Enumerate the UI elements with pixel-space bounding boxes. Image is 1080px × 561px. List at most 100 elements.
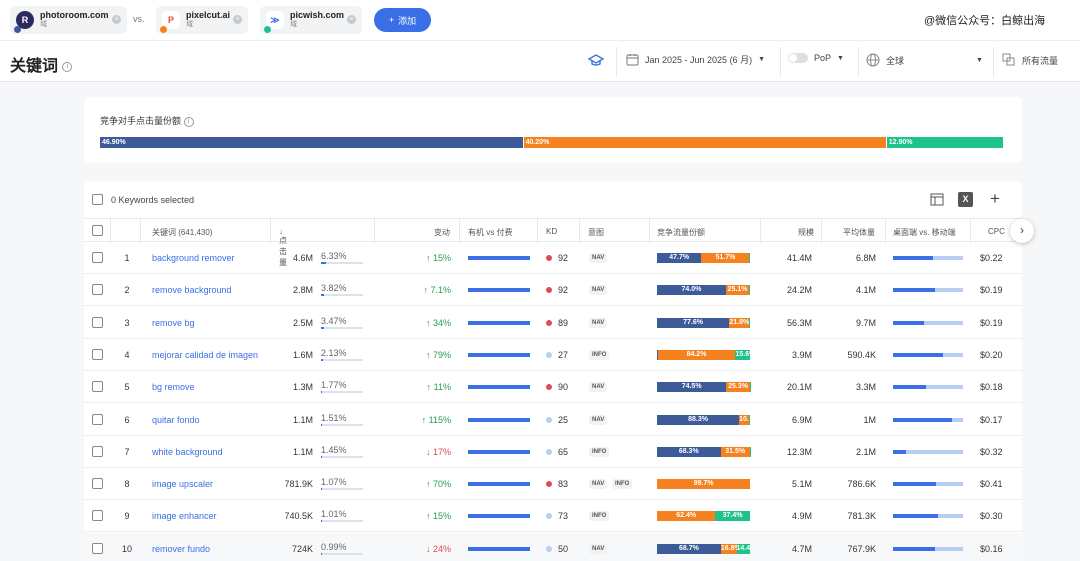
competitor-chip-3[interactable]: ≫ picwish.com 域 × bbox=[260, 6, 362, 34]
col-organic-paid[interactable]: 有机 vs 付费 bbox=[468, 227, 512, 238]
clicks-value: 1.1M bbox=[292, 446, 313, 457]
comp-share-bar: 88.3%10.8% bbox=[657, 414, 750, 425]
keywords-table: 0 Keywords selected X + 关键词 (641,430) 点击… bbox=[84, 181, 1022, 561]
comp-share-segment: 15.6% bbox=[735, 349, 750, 360]
competitor-type: 域 bbox=[290, 21, 297, 28]
table-row[interactable]: 10 remover fundo 724K 0.99% ↓ 24% 50 NAV… bbox=[84, 532, 1022, 561]
avg-volume-value: 781.3K bbox=[847, 511, 876, 522]
info-icon[interactable]: i bbox=[62, 61, 73, 72]
comp-share-segment bbox=[749, 253, 750, 263]
col-intent[interactable]: 意图 bbox=[588, 227, 604, 238]
remove-competitor-icon[interactable]: × bbox=[347, 15, 356, 24]
remove-competitor-icon[interactable]: × bbox=[233, 15, 242, 24]
graduation-cap-icon[interactable] bbox=[588, 54, 604, 68]
row-number: 5 bbox=[124, 382, 130, 393]
table-row[interactable]: 4 mejorar calidad de imagen 1.6M 2.13% ↑… bbox=[84, 339, 1022, 371]
row-checkbox[interactable] bbox=[92, 510, 103, 522]
cpc-value: $0.19 bbox=[980, 285, 1003, 296]
comp-share-segment: 68.7% bbox=[657, 543, 721, 554]
organic-paid-bar bbox=[468, 288, 530, 293]
comp-share-segment: 47.7% bbox=[657, 253, 702, 263]
keyword-link[interactable]: quitar fondo bbox=[152, 415, 264, 425]
columns-icon[interactable] bbox=[930, 193, 944, 206]
table-row[interactable]: 8 image upscaler 781.9K 1.07% ↑ 70% 83 N… bbox=[84, 468, 1022, 501]
kd-dot bbox=[546, 545, 552, 552]
row-number: 8 bbox=[124, 479, 130, 490]
table-row[interactable]: 6 quitar fondo 1.1M 1.51% ↑ 115% 25 NAV … bbox=[84, 404, 1022, 436]
kd-value: 73 bbox=[558, 511, 569, 522]
region-selector[interactable]: 全球 ▼ bbox=[866, 53, 986, 67]
excel-export-icon[interactable]: X bbox=[958, 192, 973, 207]
kd-dot bbox=[546, 351, 552, 358]
table-header: 关键词 (641,430) 点击量 ↓ 变动 有机 vs 付费 KD 意图 竞争… bbox=[84, 218, 1022, 267]
table-row[interactable]: 1 background remover 4.6M 6.33% ↑ 15% 92… bbox=[84, 242, 1022, 274]
kd-value: 92 bbox=[558, 253, 569, 263]
row-checkbox[interactable] bbox=[92, 316, 103, 328]
comp-share-segment: 14.4% bbox=[736, 543, 750, 554]
clicks-percent: 0.99% bbox=[321, 541, 347, 552]
clicks-percent-bar bbox=[321, 520, 363, 523]
table-row[interactable]: 2 remove background 2.8M 3.82% ↑ 7.1% 92… bbox=[84, 274, 1022, 307]
select-all-checkbox[interactable] bbox=[92, 194, 103, 205]
row-checkbox[interactable] bbox=[92, 348, 103, 360]
keyword-link[interactable]: image upscaler bbox=[152, 479, 264, 489]
row-number: 1 bbox=[124, 253, 130, 263]
col-volume[interactable]: 规模 bbox=[798, 227, 814, 238]
kd-value: 92 bbox=[558, 285, 569, 296]
header-checkbox[interactable] bbox=[92, 225, 103, 236]
keyword-link[interactable]: bg remove bbox=[152, 382, 264, 392]
add-column-icon[interactable]: + bbox=[990, 189, 1000, 209]
row-checkbox[interactable] bbox=[92, 381, 103, 393]
keyword-link[interactable]: remove background bbox=[152, 285, 264, 295]
comp-share-bar: 47.7% 51.7% bbox=[657, 253, 750, 263]
table-row[interactable]: 3 remove bg 2.5M 3.47% ↑ 34% 89 NAV 77.6… bbox=[84, 307, 1022, 339]
table-row[interactable]: 5 bg remove 1.3M 1.77% ↑ 11% 90 NAV 74.5… bbox=[84, 371, 1022, 404]
keyword-link[interactable]: mejorar calidad de imagen bbox=[152, 350, 264, 360]
keyword-link[interactable]: background remover bbox=[152, 253, 264, 263]
col-kd[interactable]: KD bbox=[546, 227, 557, 236]
info-icon[interactable]: i bbox=[183, 116, 194, 127]
col-clicks[interactable]: 点击量 ↓ bbox=[279, 227, 287, 267]
toggle-switch[interactable] bbox=[788, 53, 808, 63]
volume-value: 5.1M bbox=[791, 479, 812, 490]
remove-competitor-icon[interactable]: × bbox=[112, 15, 121, 24]
col-avg-volume[interactable]: 平均体量 bbox=[843, 227, 875, 238]
keyword-link[interactable]: remove bg bbox=[152, 318, 264, 328]
row-checkbox[interactable] bbox=[92, 252, 103, 263]
competitor-name: photoroom.com bbox=[40, 10, 109, 20]
col-change[interactable]: 变动 bbox=[434, 227, 450, 238]
organic-paid-bar bbox=[468, 417, 530, 422]
scroll-right-button[interactable]: › bbox=[1010, 219, 1034, 243]
row-checkbox[interactable] bbox=[92, 478, 103, 490]
comp-share-bar: 99.7% bbox=[657, 479, 750, 490]
date-range-selector[interactable]: Jan 2025 - Jun 2025 (6 月) ▼ bbox=[626, 53, 765, 66]
avg-volume-value: 590.4K bbox=[847, 349, 876, 360]
keyword-link[interactable]: remover fundo bbox=[152, 544, 264, 554]
competitor-chip-1[interactable]: R photoroom.com 域 × bbox=[10, 6, 127, 34]
competitor-chip-2[interactable]: P pixelcut.ai 域 × bbox=[156, 6, 248, 34]
keyword-link[interactable]: white background bbox=[152, 447, 264, 457]
avg-volume-value: 2.1M bbox=[855, 446, 876, 457]
col-cpc[interactable]: CPC bbox=[988, 227, 1005, 236]
row-checkbox[interactable] bbox=[92, 445, 103, 457]
photoroom-logo-icon: R bbox=[14, 11, 34, 33]
pop-toggle[interactable]: PoP ▼ bbox=[788, 53, 844, 63]
col-keyword[interactable]: 关键词 (641,430) bbox=[152, 227, 212, 238]
keyword-link[interactable]: image enhancer bbox=[152, 511, 264, 521]
comp-share-bar: 74.0% 25.1% bbox=[657, 285, 750, 296]
col-desktop-mobile[interactable]: 桌面端 vs. 移动端 bbox=[893, 227, 956, 238]
traffic-selector[interactable]: 所有流量 bbox=[1002, 53, 1058, 67]
calendar-icon bbox=[626, 54, 639, 66]
avg-volume-value: 3.3M bbox=[855, 382, 876, 393]
change-value: ↑ 15% bbox=[425, 511, 451, 522]
avg-volume-value: 9.7M bbox=[855, 317, 876, 328]
col-comp-share[interactable]: 竞争流量份额 bbox=[657, 227, 705, 238]
add-competitor-button[interactable]: + 添加 bbox=[374, 8, 431, 32]
row-checkbox[interactable] bbox=[92, 542, 103, 554]
table-row[interactable]: 9 image enhancer 740.5K 1.01% ↑ 15% 73 I… bbox=[84, 500, 1022, 533]
cpc-value: $0.32 bbox=[980, 446, 1003, 457]
row-checkbox[interactable] bbox=[92, 413, 103, 425]
row-checkbox[interactable] bbox=[92, 284, 103, 296]
kd-dot bbox=[546, 255, 552, 261]
table-row[interactable]: 7 white background 1.1M 1.45% ↓ 17% 65 I… bbox=[84, 436, 1022, 468]
